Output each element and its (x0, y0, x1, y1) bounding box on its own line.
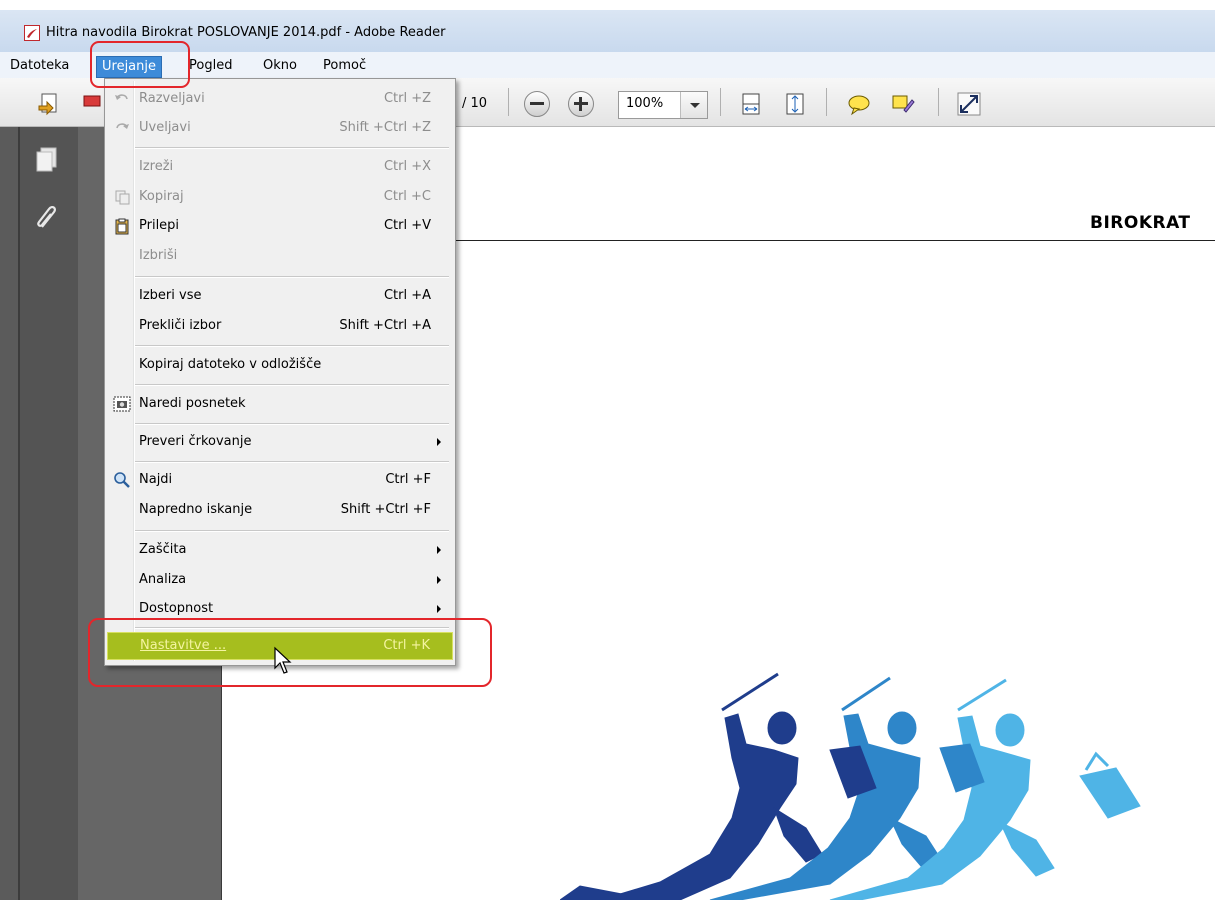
copy-icon (115, 190, 130, 205)
menu-item-select-all[interactable]: Izberi vse Ctrl +A (107, 283, 453, 309)
menu-item-shortcut: Ctrl +V (383, 218, 431, 233)
minus-icon (530, 102, 544, 105)
menu-item-label: Prekliči izbor (139, 318, 222, 333)
comment-icon[interactable] (846, 90, 872, 118)
toolbar-separator (720, 88, 721, 116)
zoom-in-button[interactable] (568, 91, 594, 117)
menu-item-undo[interactable]: Razveljavi Ctrl +Z (107, 86, 453, 112)
edit-menu-dropdown: Razveljavi Ctrl +Z Uveljavi Shift +Ctrl … (104, 78, 456, 666)
menu-item-advanced-search[interactable]: Napredno iskanje Shift +Ctrl +F (107, 497, 453, 523)
menu-item-label: Napredno iskanje (139, 502, 253, 517)
menu-item-label: Kopiraj datoteko v odložišče (139, 357, 322, 372)
menu-pomoc[interactable]: Pomoč (318, 56, 371, 76)
menu-item-copy-file-to-clipboard[interactable]: Kopiraj datoteko v odložišče (107, 352, 453, 378)
menu-item-paste[interactable]: Prilepi Ctrl +V (107, 213, 453, 239)
menu-separator (135, 147, 449, 149)
menu-item-delete[interactable]: Izbriši (107, 243, 453, 269)
plus-icon-vertical (579, 97, 582, 111)
annotation-highlight-menu (90, 41, 190, 88)
paperclip-icon[interactable] (32, 203, 62, 233)
menu-item-shortcut: Ctrl +Z (383, 91, 431, 106)
window-title: Hitra navodila Birokrat POSLOVANJE 2014.… (46, 25, 446, 40)
fit-page-icon[interactable] (782, 90, 808, 118)
create-pdf-icon[interactable] (80, 90, 106, 118)
menu-item-shortcut: Ctrl +C (383, 189, 431, 204)
menu-item-shortcut: Shift +Ctrl +F (340, 502, 431, 517)
menu-separator (135, 384, 449, 386)
menu-separator (135, 530, 449, 532)
menu-item-shortcut: Shift +Ctrl +Z (339, 120, 431, 135)
navigation-panel-border (18, 127, 20, 900)
zoom-out-button[interactable] (524, 91, 550, 117)
open-file-icon[interactable] (36, 90, 62, 118)
menu-item-copy[interactable]: Kopiraj Ctrl +C (107, 184, 453, 210)
menu-item-protection[interactable]: Zaščita (107, 537, 453, 563)
page-count: / 10 (462, 96, 488, 111)
menu-item-redo[interactable]: Uveljavi Shift +Ctrl +Z (107, 115, 453, 141)
menu-item-cut[interactable]: Izreži Ctrl +X (107, 154, 453, 180)
chevron-down-icon[interactable] (680, 92, 707, 118)
document-heading: BIROKRAT (1090, 213, 1191, 233)
mouse-pointer-icon (274, 646, 292, 674)
fit-width-icon[interactable] (738, 90, 764, 118)
menu-item-shortcut: Ctrl +X (383, 159, 431, 174)
menu-datoteka[interactable]: Datoteka (5, 56, 74, 76)
submenu-arrow-icon (437, 605, 441, 613)
menu-item-analysis[interactable]: Analiza (107, 567, 453, 593)
menu-item-take-snapshot[interactable]: Naredi posnetek (107, 391, 453, 417)
logo-figure-dark (560, 672, 823, 900)
pdf-app-icon (24, 25, 40, 41)
menu-item-label: Analiza (139, 572, 187, 587)
menu-item-label: Razveljavi (139, 91, 205, 106)
search-icon (114, 472, 130, 488)
menu-item-shortcut: Ctrl +A (383, 288, 431, 303)
navigation-panel-inner (20, 127, 78, 900)
menu-item-shortcut: Ctrl +F (385, 472, 431, 487)
menu-item-deselect-all[interactable]: Prekliči izbor Shift +Ctrl +A (107, 313, 453, 339)
menu-item-label: Preveri črkovanje (139, 434, 252, 449)
menu-okno[interactable]: Okno (258, 56, 302, 76)
menu-item-label: Prilepi (139, 218, 180, 233)
menu-item-label: Dostopnost (139, 601, 214, 616)
toolbar-separator (508, 88, 509, 116)
menu-item-label: Kopiraj (139, 189, 184, 204)
menu-item-label: Najdi (139, 472, 173, 487)
menu-separator (135, 276, 449, 278)
submenu-arrow-icon (437, 576, 441, 584)
menu-item-label: Zaščita (139, 542, 187, 557)
menu-item-label: Naredi posnetek (139, 396, 246, 411)
titlebar-top-strip (0, 0, 1215, 10)
submenu-arrow-icon (437, 546, 441, 554)
zoom-value: 100% (626, 96, 664, 111)
toolbar-separator (938, 88, 939, 116)
menu-item-find[interactable]: Najdi Ctrl +F (107, 467, 453, 493)
paste-icon (115, 218, 129, 235)
full-screen-icon[interactable] (956, 90, 982, 118)
menu-item-label: Izberi vse (139, 288, 202, 303)
pages-icon[interactable] (32, 145, 62, 175)
toolbar-separator (826, 88, 827, 116)
menu-item-shortcut: Shift +Ctrl +A (339, 318, 431, 333)
menu-separator (135, 461, 449, 463)
menu-item-check-spelling[interactable]: Preveri črkovanje (107, 429, 453, 455)
undo-icon (115, 94, 128, 100)
menu-item-label: Izbriši (139, 248, 178, 263)
redo-icon (116, 123, 129, 129)
menu-separator (135, 345, 449, 347)
menu-item-label: Uveljavi (139, 120, 191, 135)
camera-icon (113, 396, 131, 412)
highlight-text-icon[interactable] (890, 90, 916, 118)
menu-item-label: Izreži (139, 159, 174, 174)
zoom-select[interactable]: 100% (618, 91, 708, 119)
navigation-panel (0, 127, 78, 900)
running-people-logo (560, 672, 1141, 900)
menu-pogled[interactable]: Pogled (184, 56, 237, 76)
menu-separator (135, 423, 449, 425)
submenu-arrow-icon (437, 438, 441, 446)
